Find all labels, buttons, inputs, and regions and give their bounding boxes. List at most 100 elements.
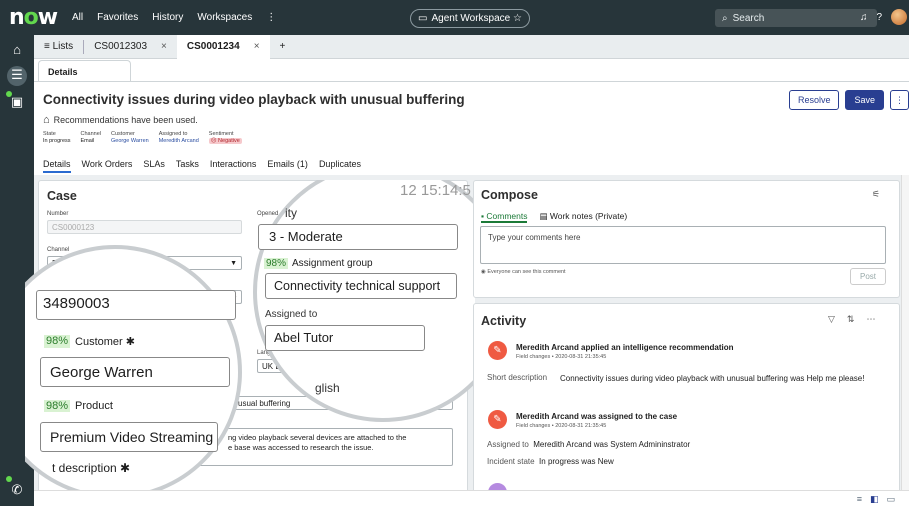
assigned-to-field[interactable]: Abel Tutor [265, 325, 425, 351]
channel-select[interactable]: Email ▼ [47, 256, 242, 270]
assignment-group-confidence: 98% [264, 258, 289, 269]
tab-interactions[interactable]: Interactions [210, 159, 257, 173]
left-rail: ⌂ ☰ ▣ ✆ [0, 35, 34, 506]
activity-toolbar: ▽ ⇅ ⋯ [828, 314, 875, 325]
compose-tabs: ▪ Comments ▤ Work notes (Private) [481, 211, 627, 223]
english-text: glish [315, 381, 340, 395]
customer-field[interactable]: George Warren [40, 357, 230, 387]
save-button[interactable]: Save [845, 90, 884, 110]
page-scrollbar[interactable] [901, 175, 909, 495]
workspace-label: Agent Workspace ☆ [431, 13, 522, 24]
record-meta: State In progress Channel Email Customer Ge… [43, 131, 242, 145]
lists-label: ≡ Lists [44, 41, 74, 52]
customer-label-row: 98% Customer ✱ [44, 335, 135, 348]
tab-work-notes[interactable]: ▤ Work notes (Private) [539, 211, 627, 223]
more-actions-button[interactable]: ⋮ [890, 90, 909, 110]
meta-assigned-to[interactable]: Assigned to Meredith Arcand [159, 131, 199, 145]
language-select[interactable]: UK En ▼ [257, 359, 452, 373]
close-icon[interactable]: × [161, 41, 167, 52]
compose-heading: Compose [481, 188, 538, 202]
edit-icon: ✎ [488, 410, 507, 429]
search-placeholder: Search [732, 12, 765, 24]
help-icon[interactable]: ? [876, 12, 882, 23]
tab-comments[interactable]: ▪ Comments [481, 211, 528, 223]
nav-more-icon[interactable]: ⋮ [266, 12, 276, 23]
product-label: Product [75, 400, 113, 412]
settings-icon[interactable]: ⚟ [872, 189, 880, 200]
recommendation-icon: ⌂ [43, 114, 50, 126]
divider [34, 81, 909, 82]
tab-work-orders[interactable]: Work Orders [82, 159, 133, 173]
activity-entry-1-value: Connectivity issues during video playbac… [560, 374, 865, 383]
phone-icon[interactable]: ✆ [8, 481, 26, 499]
tab-label: CS0001234 [186, 41, 240, 52]
activity-entry-1-title: Meredith Arcand applied an intelligence … [516, 343, 734, 352]
activity-entry-1-field: Short description [487, 373, 548, 382]
split-view-icon[interactable]: ◧ [870, 494, 879, 505]
account-number-field-zoom[interactable]: 34890003 [36, 290, 236, 320]
workspace-icon: ▭ [418, 13, 428, 24]
home-icon[interactable]: ⌂ [8, 41, 26, 59]
assignment-group-field[interactable]: Connectivity technical support [265, 273, 457, 299]
edit-icon: ✎ [488, 341, 507, 360]
servicenow-logo[interactable]: now [9, 5, 64, 30]
customer-label: Customer ✱ [75, 336, 135, 348]
activity-entry-2-sub: Field changes • 2020-08-31 21:35:45 [516, 423, 607, 429]
more-icon[interactable]: ⋯ [866, 314, 875, 325]
assigned-to-label: Assigned to [265, 309, 318, 320]
agent-workspace-pill[interactable]: ▭ Agent Workspace ☆ [410, 9, 530, 28]
customer-confidence: 98% [44, 335, 71, 348]
priority-label: ity [285, 206, 297, 220]
tab-cs0001234[interactable]: CS0001234 × [176, 34, 270, 59]
lists-tab[interactable]: ≡ Lists [34, 35, 83, 59]
activity-heading: Activity [481, 314, 527, 328]
chevron-down-icon: ▼ [230, 259, 237, 267]
tab-cs0012303[interactable]: CS0012303 × [84, 35, 177, 59]
global-search-input[interactable]: ⌕ Search [715, 9, 877, 27]
activity-entry-2-line2: Incident state In progress was New [487, 457, 614, 466]
activity-entry-2-line1: Assigned to Meredith Arcand was System A… [487, 440, 691, 449]
meta-channel: Channel Email [80, 131, 102, 144]
tab-details[interactable]: Details [43, 159, 71, 173]
assignment-group-label-row: 98% Assignment group [264, 258, 373, 269]
visibility-note: ◉ Everyone can see this comment [481, 269, 566, 275]
inbox-icon[interactable]: ▣ [8, 93, 26, 111]
meta-customer[interactable]: Customer George Warren [111, 131, 149, 145]
channel-label: Channel [47, 247, 70, 253]
top-navigation-bar: now All Favorites History Workspaces ⋮ ▭… [0, 0, 909, 35]
tab-duplicates[interactable]: Duplicates [319, 159, 361, 173]
tab-tasks[interactable]: Tasks [176, 159, 199, 173]
notification-bell-icon[interactable]: ♫ [860, 12, 868, 23]
add-tab-button[interactable]: + [270, 35, 296, 59]
nav-favorites[interactable]: Favorites [97, 12, 138, 23]
record-tab-strip: ≡ Lists CS0012303 × CS0001234 × + [34, 34, 909, 59]
opened-label: Opened [257, 211, 279, 217]
number-label: Number [47, 211, 69, 217]
nav-history[interactable]: History [152, 12, 183, 23]
sort-icon[interactable]: ⇅ [847, 314, 855, 325]
meta-sentiment: Sentiment ☹ Negative [208, 131, 242, 144]
chevron-down-icon: ▼ [440, 362, 447, 370]
details-subtab[interactable]: Details [38, 60, 131, 82]
product-label-row: 98% Product [44, 400, 113, 412]
resolve-button[interactable]: Resolve [788, 90, 840, 110]
short-description-label: t description ✱ [52, 461, 131, 475]
tab-slas[interactable]: SLAs [143, 159, 165, 173]
opened-datetime: 12 15:14:5 [400, 182, 471, 199]
product-field[interactable]: Premium Video Streaming [40, 422, 218, 452]
list-view-icon[interactable]: ≡ [857, 494, 862, 505]
case-heading: Case [47, 189, 77, 203]
nav-workspaces[interactable]: Workspaces [197, 12, 252, 23]
filter-icon[interactable]: ▽ [828, 314, 835, 325]
assignment-group-label: Assignment group [292, 258, 373, 269]
tab-emails[interactable]: Emails (1) [267, 159, 308, 173]
priority-field[interactable]: 3 - Moderate [258, 224, 458, 250]
comment-textarea[interactable]: Type your comments here [480, 226, 886, 264]
single-view-icon[interactable]: ▭ [886, 494, 895, 505]
nav-all[interactable]: All [72, 12, 83, 23]
user-avatar[interactable] [891, 9, 907, 25]
list-icon[interactable]: ☰ [7, 66, 27, 86]
close-icon[interactable]: × [254, 41, 260, 52]
post-button[interactable]: Post [850, 268, 886, 285]
recommendation-banner: ⌂ Recommendations have been used. [43, 114, 198, 126]
